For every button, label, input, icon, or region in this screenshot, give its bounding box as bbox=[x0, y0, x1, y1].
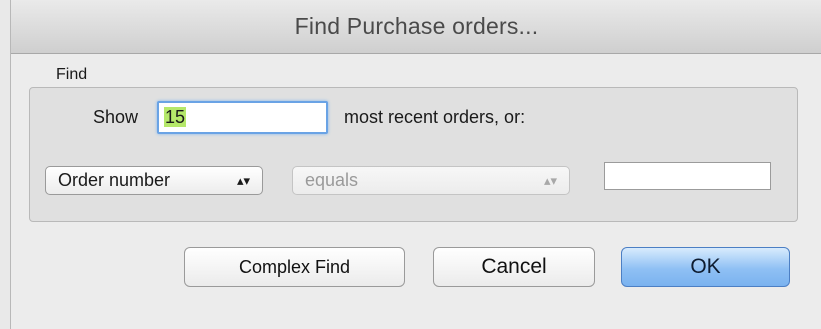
up-down-chevron-icon: ▴▾ bbox=[236, 173, 250, 188]
operator-select[interactable]: equals ▴▾ bbox=[292, 166, 570, 195]
recent-orders-label: most recent orders, or: bbox=[344, 107, 526, 127]
dialog-titlebar: Find Purchase orders... bbox=[11, 0, 821, 54]
recent-count-input[interactable]: 15 bbox=[157, 101, 328, 134]
cancel-button[interactable]: Cancel bbox=[433, 247, 595, 287]
show-label: Show bbox=[93, 107, 139, 127]
recent-count-value: 15 bbox=[164, 107, 187, 127]
dialog-title: Find Purchase orders... bbox=[294, 13, 539, 39]
up-down-chevron-icon: ▴▾ bbox=[543, 173, 557, 188]
ok-button[interactable]: OK bbox=[621, 247, 790, 287]
search-value-input[interactable] bbox=[604, 162, 771, 190]
complex-find-button[interactable]: Complex Find bbox=[184, 247, 405, 287]
field-select-value: Order number bbox=[58, 170, 171, 190]
find-group-label: Find bbox=[56, 66, 88, 83]
field-select[interactable]: Order number ▴▾ bbox=[45, 166, 263, 195]
operator-select-value: equals bbox=[305, 170, 359, 190]
